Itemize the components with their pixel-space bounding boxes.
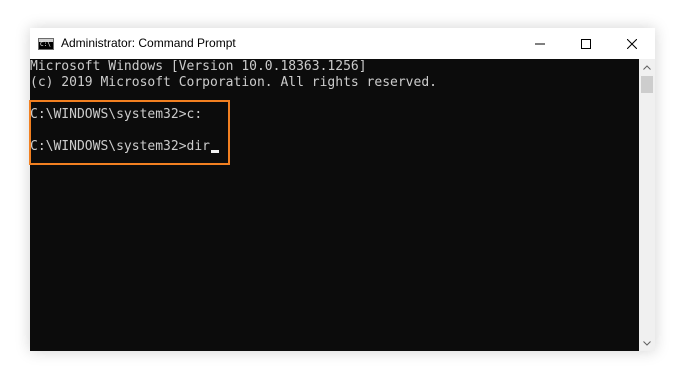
copyright-line: (c) 2019 Microsoft Corporation. All righ…: [30, 75, 437, 90]
scroll-down-button[interactable]: [639, 335, 655, 351]
chevron-up-icon: [643, 64, 651, 70]
close-button[interactable]: [609, 28, 655, 59]
scroll-up-button[interactable]: [639, 59, 655, 75]
minimize-icon: [535, 43, 545, 44]
scroll-thumb[interactable]: [641, 76, 653, 93]
command-prompt-window: Administrator: Command Prompt Microsoft …: [30, 28, 655, 351]
vertical-scrollbar[interactable]: [639, 59, 655, 351]
version-line: Microsoft Windows [Version 10.0.18363.12…: [30, 59, 367, 74]
close-icon: [627, 38, 637, 49]
maximize-button[interactable]: [563, 28, 609, 59]
title-bar[interactable]: Administrator: Command Prompt: [30, 28, 655, 59]
maximize-icon: [581, 38, 591, 49]
cmd-app-icon[interactable]: [38, 38, 54, 50]
chevron-down-icon: [643, 340, 651, 346]
minimize-button[interactable]: [517, 28, 563, 59]
highlight-box: [29, 100, 230, 165]
window-title: Administrator: Command Prompt: [61, 36, 236, 50]
